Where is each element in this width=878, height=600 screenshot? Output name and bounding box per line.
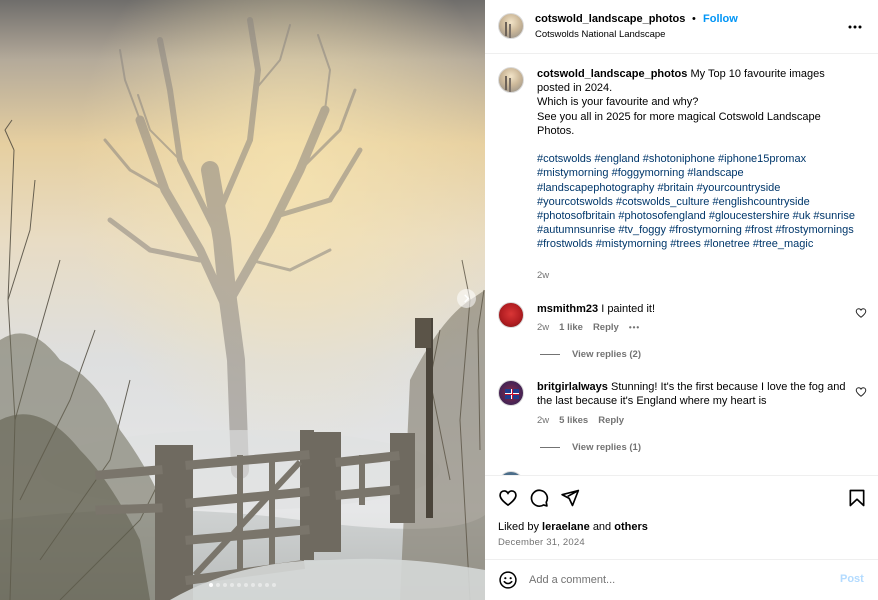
comment-heart-icon[interactable] — [855, 386, 867, 398]
comment-username[interactable]: msmithm23 — [537, 303, 598, 315]
carousel-dot — [209, 583, 213, 587]
comment-text: britgirlalways Stunning! It's the first … — [537, 380, 849, 408]
carousel-dot — [237, 583, 241, 587]
replies-divider — [540, 354, 560, 355]
foggy-tree-landscape-image — [0, 0, 485, 600]
comment-meta: 2w 1 like Reply ••• — [537, 322, 640, 333]
action-bar: Liked by leraelane and others December 3… — [485, 475, 878, 559]
comment-likes[interactable]: 1 like — [559, 322, 583, 333]
carousel-dot — [230, 583, 234, 587]
post-comment-button[interactable]: Post — [840, 573, 864, 585]
comment-avatar[interactable] — [498, 302, 524, 328]
caption-timestamp: 2w — [537, 270, 550, 281]
chevron-right-icon — [464, 294, 470, 303]
comment-username[interactable]: britgirlalways — [537, 381, 608, 393]
comment-input[interactable] — [529, 570, 819, 590]
post-side-panel: cotswold_landscape_photos • Follow Cotsw… — [485, 0, 878, 600]
comment-meta: 2w 5 likes Reply — [537, 415, 624, 426]
location-link[interactable]: Cotswolds National Landscape — [535, 29, 665, 40]
comment-time: 2w — [537, 322, 550, 333]
reply-button[interactable]: Reply — [598, 415, 624, 426]
carousel-dot — [216, 583, 220, 587]
carousel-dot — [223, 583, 227, 587]
liked-by-user[interactable]: leraelane — [542, 521, 590, 533]
carousel-indicator — [0, 583, 485, 587]
liked-by-others[interactable]: others — [614, 521, 648, 533]
caption-username[interactable]: cotswold_landscape_photos — [537, 68, 687, 80]
separator-dot: • — [692, 13, 696, 25]
comment-heart-icon[interactable] — [855, 307, 867, 319]
post-header: cotswold_landscape_photos • Follow Cotsw… — [485, 0, 878, 54]
liked-by-and: and — [592, 521, 612, 533]
view-replies-button[interactable]: View replies (1) — [540, 442, 641, 453]
comment-likes[interactable]: 5 likes — [559, 415, 588, 426]
comment-body: I painted it! — [601, 303, 656, 315]
comment-text: msmithm23 I painted it! — [537, 302, 849, 316]
carousel-dot — [265, 583, 269, 587]
comment-bubble-icon[interactable] — [529, 488, 549, 508]
next-slide-button[interactable] — [457, 289, 476, 308]
like-heart-icon[interactable] — [498, 488, 518, 508]
view-replies-label[interactable]: View replies (1) — [572, 442, 641, 453]
view-replies-button[interactable]: View replies (2) — [540, 349, 641, 360]
post-photo — [0, 0, 485, 600]
caption-avatar[interactable] — [498, 67, 524, 93]
share-send-icon[interactable] — [560, 488, 580, 508]
comments-list[interactable]: cotswold_landscape_photos My Top 10 favo… — [485, 55, 878, 475]
liked-by-prefix: Liked by — [498, 521, 539, 533]
comment-avatar[interactable] — [498, 380, 524, 406]
follow-button[interactable]: Follow — [703, 13, 738, 25]
save-bookmark-icon[interactable] — [847, 488, 867, 508]
add-comment-bar: Post — [485, 559, 878, 600]
carousel-dot — [244, 583, 248, 587]
caption-hashtags[interactable]: #cotswolds #england #shotoniphone #iphon… — [537, 153, 855, 250]
more-options-icon[interactable] — [847, 19, 863, 35]
view-replies-label[interactable]: View replies (2) — [572, 349, 641, 360]
emoji-icon[interactable] — [498, 570, 518, 590]
carousel-dot — [251, 583, 255, 587]
replies-divider — [540, 447, 560, 448]
carousel-dot — [272, 583, 276, 587]
reply-button[interactable]: Reply — [593, 322, 619, 333]
caption-line-3: See you all in 2025 for more magical Cot… — [537, 110, 821, 137]
comment-time: 2w — [537, 415, 550, 426]
carousel-dot — [258, 583, 262, 587]
avatar[interactable] — [498, 13, 524, 39]
caption-line-2: Which is your favourite and why? — [537, 96, 699, 109]
post-date: December 31, 2024 — [498, 537, 585, 548]
caption: cotswold_landscape_photos My Top 10 favo… — [537, 67, 857, 252]
liked-by: Liked by leraelane and others — [498, 521, 648, 533]
header-username[interactable]: cotswold_landscape_photos — [535, 13, 685, 25]
comment-more-icon[interactable]: ••• — [629, 323, 640, 332]
